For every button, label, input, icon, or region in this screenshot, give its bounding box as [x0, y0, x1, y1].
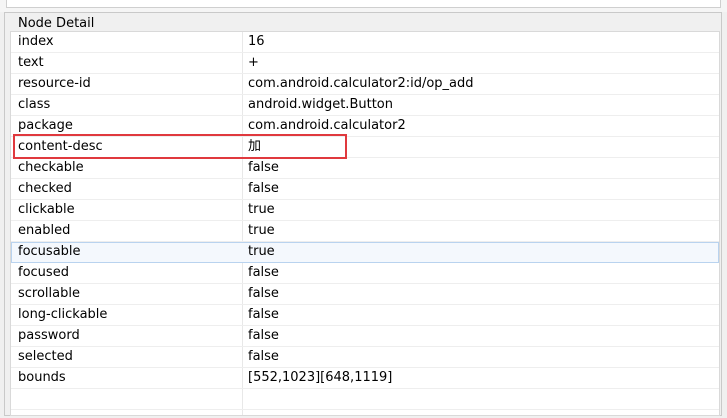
table-row-text[interactable]: text + [11, 53, 719, 74]
row-key: focusable [18, 244, 81, 259]
table-row-empty [11, 389, 719, 410]
row-key: scrollable [18, 286, 80, 301]
row-key: resource-id [18, 76, 91, 91]
row-value: false [248, 181, 279, 196]
row-key: focused [18, 265, 69, 280]
table-row-scrollable[interactable]: scrollable false [11, 284, 719, 305]
upper-panel-body [6, 0, 721, 8]
row-key: bounds [18, 370, 66, 385]
row-value: false [248, 349, 279, 364]
table-row-focused[interactable]: focused false [11, 263, 719, 284]
row-value: android.widget.Button [248, 97, 393, 112]
row-value: com.android.calculator2 [248, 118, 406, 133]
row-value: false [248, 328, 279, 343]
table-row-password[interactable]: password false [11, 326, 719, 347]
row-key: index [18, 34, 54, 49]
row-key: content-desc [18, 139, 103, 154]
row-value: 16 [248, 34, 265, 49]
row-value: + [248, 55, 259, 70]
row-value: false [248, 286, 279, 301]
row-key: checked [18, 181, 72, 196]
table-row-checkable[interactable]: checkable false [11, 158, 719, 179]
row-key: long-clickable [18, 307, 108, 322]
row-value: com.android.calculator2:id/op_add [248, 76, 474, 91]
row-value: false [248, 307, 279, 322]
table-row-focusable[interactable]: focusable true [11, 242, 719, 263]
row-value: 加 [248, 139, 262, 154]
table-row-class[interactable]: class android.widget.Button [11, 95, 719, 116]
row-key: text [18, 55, 44, 70]
table-row-index[interactable]: index 16 [11, 32, 719, 53]
node-detail-table[interactable]: index 16 text + resource-id com.android.… [10, 31, 720, 416]
row-key: checkable [18, 160, 84, 175]
row-value: false [248, 160, 279, 175]
upper-panel-edge [0, 0, 727, 12]
row-key: clickable [18, 202, 75, 217]
row-value: true [248, 223, 275, 238]
table-row-content-desc[interactable]: content-desc 加 [11, 137, 719, 158]
row-value: true [248, 202, 275, 217]
row-key: class [18, 97, 51, 112]
row-value: [552,1023][648,1119] [248, 370, 393, 385]
table-row-selected[interactable]: selected false [11, 347, 719, 368]
table-row-clickable[interactable]: clickable true [11, 200, 719, 221]
row-value: false [248, 265, 279, 280]
table-row-enabled[interactable]: enabled true [11, 221, 719, 242]
row-key: password [18, 328, 80, 343]
table-row-bounds[interactable]: bounds [552,1023][648,1119] [11, 368, 719, 389]
row-key: selected [18, 349, 73, 364]
row-key: package [18, 118, 73, 133]
table-row-checked[interactable]: checked false [11, 179, 719, 200]
row-key: enabled [18, 223, 71, 238]
table-row-package[interactable]: package com.android.calculator2 [11, 116, 719, 137]
panel-title: Node Detail [18, 16, 95, 31]
table-row-resource-id[interactable]: resource-id com.android.calculator2:id/o… [11, 74, 719, 95]
table-row-long-clickable[interactable]: long-clickable false [11, 305, 719, 326]
row-value: true [248, 244, 275, 259]
